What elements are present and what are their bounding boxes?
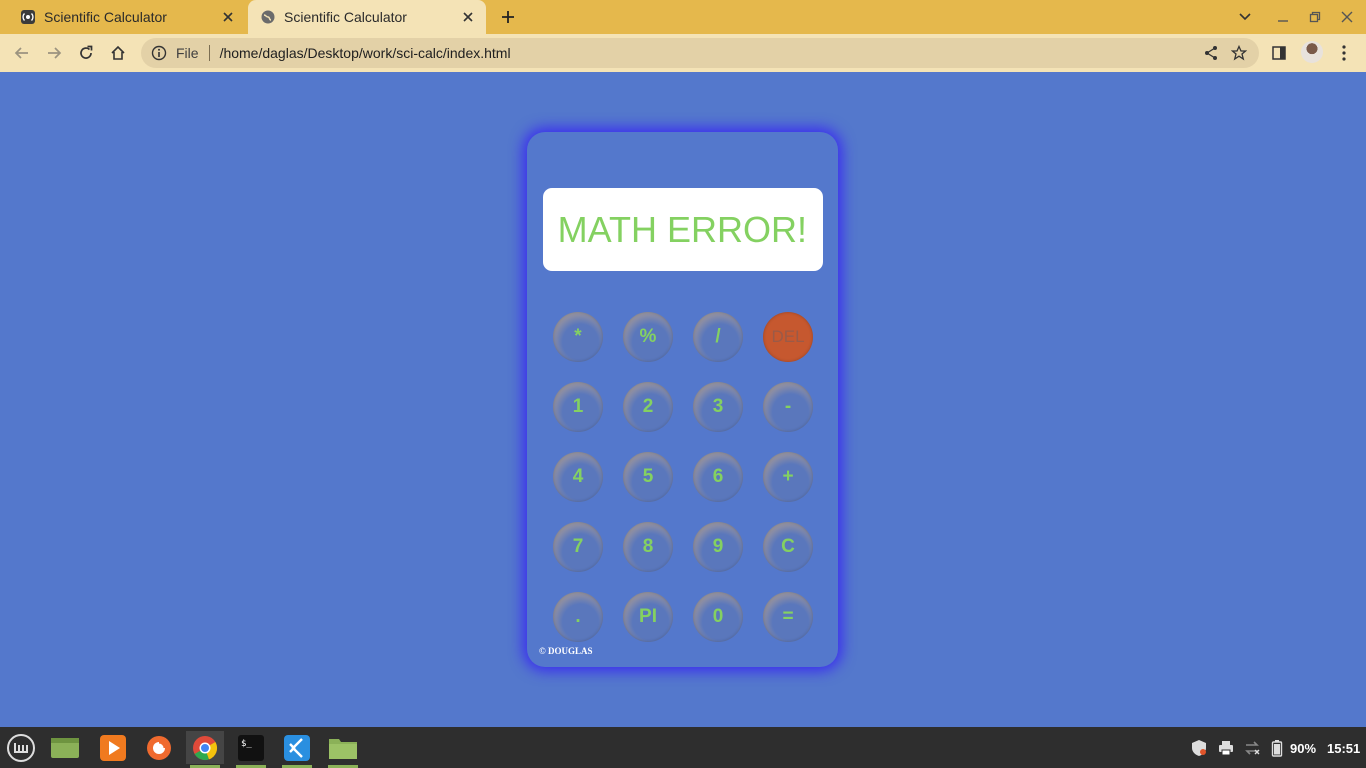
firefox-icon[interactable] — [140, 731, 178, 764]
globe-icon — [260, 9, 276, 25]
close-window-button[interactable] — [1335, 5, 1359, 29]
show-desktop-icon[interactable] — [46, 731, 84, 764]
key-equals-button[interactable]: = — [763, 592, 813, 642]
side-panel-icon[interactable] — [1266, 40, 1292, 66]
bookmark-star-icon[interactable] — [1225, 39, 1253, 67]
key-8-button[interactable]: 8 — [623, 522, 673, 572]
tab-scientific-calculator-2[interactable]: Scientific Calculator — [248, 0, 486, 34]
new-tab-button[interactable] — [496, 5, 520, 29]
close-icon[interactable] — [456, 5, 480, 29]
key-clear-button[interactable]: C — [763, 522, 813, 572]
files-icon[interactable] — [324, 731, 362, 768]
tab-search-icon[interactable] — [1233, 5, 1257, 29]
svg-text:$_: $_ — [241, 739, 252, 749]
battery-percent: 90% — [1290, 740, 1317, 756]
close-icon[interactable] — [216, 5, 240, 29]
forward-button[interactable] — [41, 40, 67, 66]
key-divide-button[interactable]: / — [693, 312, 743, 362]
browser-toolbar: File /home/daglas/Desktop/work/sci-calc/… — [0, 34, 1366, 72]
restore-button[interactable] — [1303, 5, 1327, 29]
key-multiply-button[interactable]: * — [553, 312, 603, 362]
tab-scientific-calculator-1[interactable]: Scientific Calculator — [8, 0, 246, 34]
clock[interactable]: 15:51 — [1327, 737, 1360, 759]
key-decimal-button[interactable]: . — [553, 592, 603, 642]
home-button[interactable] — [105, 40, 131, 66]
key-pi-button[interactable]: PI — [623, 592, 673, 642]
tab-title: Scientific Calculator — [284, 9, 407, 25]
credit-text: © DOUGLAS — [539, 646, 593, 656]
chrome-icon[interactable] — [186, 731, 224, 768]
radio-broadcast-icon — [20, 9, 36, 25]
minimize-button[interactable] — [1271, 5, 1295, 29]
tab-title: Scientific Calculator — [44, 9, 167, 25]
calculator: MATH ERROR! © DOUGLAS *% / DEL 1 2 3- 4 5 6 +7 8 9 C… — [527, 132, 838, 667]
terminal-icon[interactable]: $_ — [232, 731, 270, 768]
divider — [208, 45, 210, 61]
key-4-button[interactable]: 4 — [553, 452, 603, 502]
share-icon[interactable] — [1197, 39, 1225, 67]
key-plus-button[interactable]: + — [763, 452, 813, 502]
battery-icon[interactable] — [1268, 737, 1286, 759]
media-player-icon[interactable] — [94, 731, 132, 764]
url-text[interactable]: /home/daglas/Desktop/work/sci-calc/index… — [220, 45, 1197, 61]
key-9-button[interactable]: 9 — [693, 522, 743, 572]
key-minus-button[interactable]: - — [763, 382, 813, 432]
calculator-display: MATH ERROR! — [543, 188, 823, 271]
avatar[interactable] — [1301, 41, 1323, 63]
key-delete-button[interactable]: DEL — [763, 312, 813, 362]
key-6-button[interactable]: 6 — [693, 452, 743, 502]
menu-icon[interactable] — [2, 731, 40, 764]
taskbar: $_ 90% 15:51 — [0, 727, 1366, 768]
scheme-label: File — [176, 45, 199, 61]
key-1-button[interactable]: 1 — [553, 382, 603, 432]
key-0-button[interactable]: 0 — [693, 592, 743, 642]
info-icon[interactable] — [150, 44, 168, 62]
vscode-icon[interactable] — [278, 731, 316, 768]
more-menu-icon[interactable] — [1331, 40, 1357, 66]
key-7-button[interactable]: 7 — [553, 522, 603, 572]
printer-icon[interactable] — [1215, 737, 1237, 759]
browser-tab-strip: Scientific Calculator Scientific Calcula… — [0, 0, 1366, 34]
reload-button[interactable] — [73, 40, 99, 66]
network-icon[interactable] — [1241, 737, 1263, 759]
key-5-button[interactable]: 5 — [623, 452, 673, 502]
key-3-button[interactable]: 3 — [693, 382, 743, 432]
key-percent-button[interactable]: % — [623, 312, 673, 362]
address-bar[interactable]: File /home/daglas/Desktop/work/sci-calc/… — [141, 38, 1259, 68]
key-2-button[interactable]: 2 — [623, 382, 673, 432]
shield-icon[interactable] — [1188, 737, 1210, 759]
back-button[interactable] — [9, 40, 35, 66]
